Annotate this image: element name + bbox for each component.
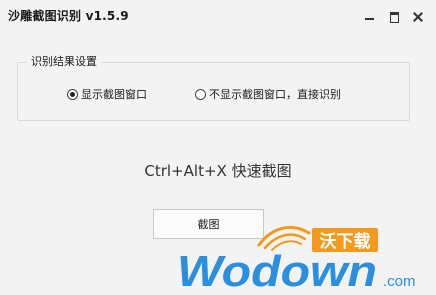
radio-show-capture-window[interactable]: 显示截图窗口 xyxy=(67,86,147,102)
app-title: 沙雕截图识别 v1.5.9 xyxy=(8,9,129,23)
maximize-button[interactable] xyxy=(387,9,403,25)
minimize-button[interactable] xyxy=(362,9,378,25)
maximize-icon xyxy=(390,12,399,23)
result-settings-title: 识别结果设置 xyxy=(27,53,101,69)
close-button[interactable] xyxy=(410,9,426,25)
minimize-icon xyxy=(365,18,374,20)
radio-unchecked-icon xyxy=(195,88,206,100)
radio-show-label: 显示截图窗口 xyxy=(81,88,147,101)
radio-hide-capture-window[interactable]: 不显示截图窗口，直接识别 xyxy=(195,86,341,102)
wodown-watermark-logo: 沃下载 Wodown .com xyxy=(177,225,416,292)
radio-hide-label: 不显示截图窗口，直接识别 xyxy=(209,88,341,101)
radio-checked-icon xyxy=(67,88,78,100)
svg-text:Wodown: Wodown xyxy=(177,247,377,292)
hotkey-hint: Ctrl+Alt+X 快速截图 xyxy=(144,162,292,180)
svg-text:.com: .com xyxy=(383,273,416,290)
title-bar: 沙雕截图识别 v1.5.9 xyxy=(0,0,436,34)
